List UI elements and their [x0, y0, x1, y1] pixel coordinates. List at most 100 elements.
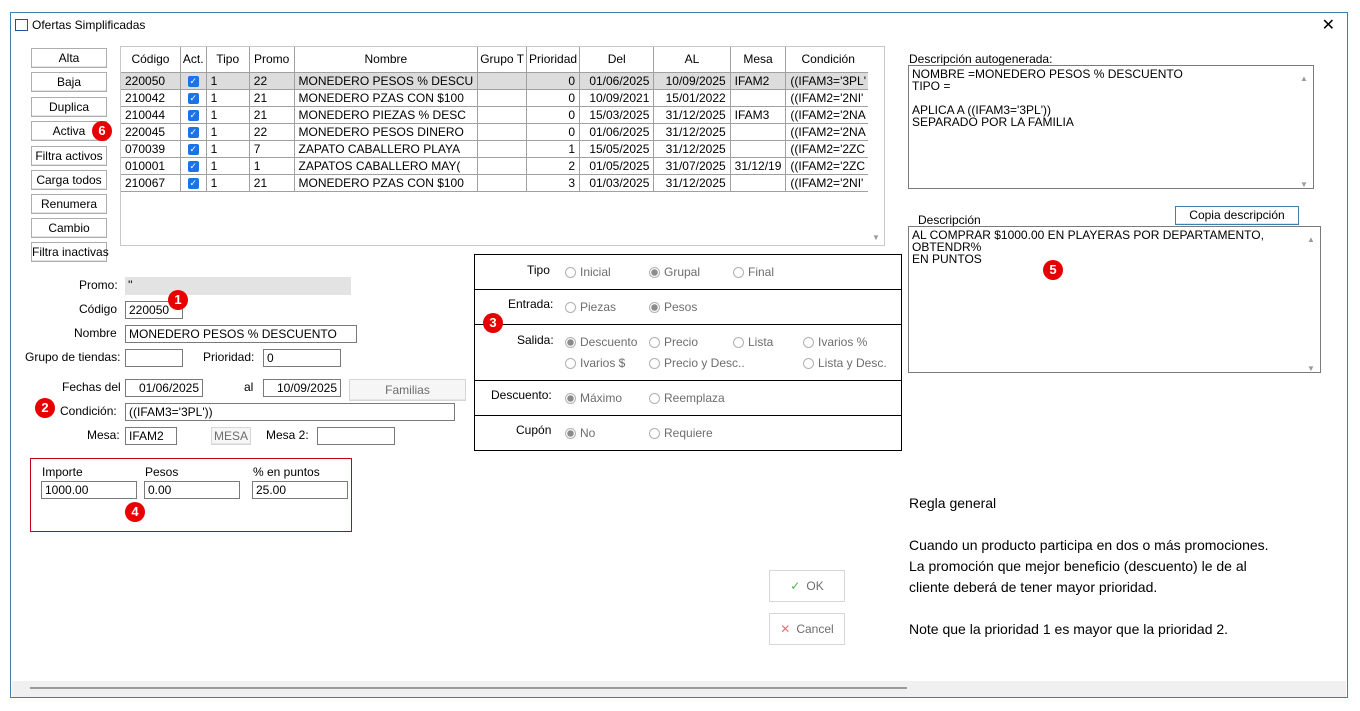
- active-checkbox-icon[interactable]: ✓: [187, 92, 199, 104]
- cell-act[interactable]: ✓: [180, 174, 207, 192]
- col-header-promo[interactable]: Promo: [249, 47, 295, 73]
- radio-salida-descuento[interactable]: Descuento: [565, 335, 637, 349]
- active-checkbox-icon[interactable]: ✓: [187, 177, 199, 189]
- col-header-al[interactable]: AL: [653, 47, 731, 73]
- radio-descuento-maximo[interactable]: Máximo: [565, 391, 622, 405]
- description-textarea[interactable]: AL COMPRAR $1000.00 EN PLAYERAS POR DEPA…: [908, 226, 1321, 373]
- radio-tipo-final[interactable]: Final: [733, 265, 774, 279]
- renumera-button[interactable]: Renumera: [31, 194, 107, 214]
- active-checkbox-icon[interactable]: ✓: [187, 109, 199, 121]
- radio-entrada-piezas[interactable]: Piezas: [565, 300, 616, 314]
- nombre-input[interactable]: MONEDERO PESOS % DESCUENTO: [125, 325, 357, 343]
- radio-salida-precio[interactable]: Precio: [649, 335, 698, 349]
- auto-desc-textarea[interactable]: NOMBRE =MONEDERO PESOS % DESCUENTO TIPO …: [908, 65, 1314, 189]
- col-header-grupo[interactable]: Grupo T: [477, 47, 528, 73]
- radio-salida-lista-desc[interactable]: Lista y Desc.: [803, 356, 887, 370]
- cell-mesa: [730, 174, 787, 192]
- auto-scroll-down-icon[interactable]: [1300, 176, 1308, 190]
- radio-cupon-requiere[interactable]: Requiere: [649, 426, 713, 440]
- mesa2-input[interactable]: [317, 427, 395, 445]
- col-header-mesa[interactable]: Mesa: [730, 47, 787, 73]
- filtra-activos-button[interactable]: Filtra activos: [31, 146, 107, 166]
- cell-condicion: ((IFAM2='2NI': [785, 174, 871, 192]
- pesos-input[interactable]: 0.00: [144, 481, 240, 499]
- cell-condicion: ((IFAM2='2ZC: [785, 157, 871, 175]
- alta-button[interactable]: Alta: [31, 48, 107, 68]
- grupo-input[interactable]: [125, 349, 183, 367]
- col-header-act[interactable]: Act.: [180, 47, 207, 73]
- radio-salida-lista[interactable]: Lista: [733, 335, 773, 349]
- scroll-down-icon[interactable]: [872, 229, 880, 243]
- condicion-input[interactable]: ((IFAM3='3PL')): [125, 403, 455, 421]
- table-row[interactable]: 220050 ✓ 1 22 MONEDERO PESOS % DESCU 0 01/06/2…: [121, 72, 884, 90]
- active-checkbox-icon[interactable]: ✓: [187, 126, 199, 138]
- col-header-tipo[interactable]: Tipo: [206, 47, 250, 73]
- radio-salida-ivarios-peso[interactable]: Ivarios $: [565, 356, 625, 370]
- cupon-row: Cupón No Requiere: [475, 416, 901, 451]
- salida-label: Salida:: [517, 333, 554, 347]
- copy-description-button[interactable]: Copia descripción: [1175, 206, 1299, 225]
- col-header-codigo[interactable]: Código: [121, 47, 181, 73]
- col-header-prioridad[interactable]: Prioridad: [526, 47, 581, 73]
- auto-scroll-up-icon[interactable]: [1300, 70, 1308, 84]
- table-row[interactable]: 070039 ✓ 1 7 ZAPATO CABALLERO PLAYA 1 15/05/20…: [121, 140, 884, 158]
- horizontal-scrollbar[interactable]: [12, 681, 1346, 697]
- cell-act[interactable]: ✓: [180, 123, 207, 141]
- cambio-button[interactable]: Cambio: [31, 218, 107, 238]
- active-checkbox-icon[interactable]: ✓: [187, 75, 199, 87]
- close-icon[interactable]: ✕: [1322, 15, 1335, 35]
- carga-todos-button[interactable]: Carga todos: [31, 170, 107, 190]
- fecha-del-input[interactable]: 01/06/2025: [125, 379, 203, 397]
- col-header-nombre[interactable]: Nombre: [294, 47, 479, 73]
- table-row[interactable]: 010001 ✓ 1 1 ZAPATOS CABALLERO MAY(2 01/05/20…: [121, 157, 884, 175]
- cell-codigo: 210067: [121, 174, 181, 192]
- radio-entrada-pesos[interactable]: Pesos: [649, 300, 697, 314]
- filtra-inactivas-button[interactable]: Filtra inactivas: [31, 242, 109, 262]
- desc-scroll-down-icon[interactable]: [1307, 360, 1315, 374]
- cell-del: 01/06/2025: [579, 72, 655, 90]
- cell-promo: 1: [249, 157, 295, 175]
- cell-act[interactable]: ✓: [180, 72, 207, 90]
- offers-grid[interactable]: Código Act. Tipo Promo Nombre Grupo T Pr…: [120, 46, 885, 246]
- cell-tipo: 1: [206, 140, 250, 158]
- promo-field: '': [125, 277, 351, 295]
- table-row[interactable]: 210044 ✓ 1 21 MONEDERO PIEZAS % DESC 0 15/03/2…: [121, 106, 884, 124]
- familias-button[interactable]: Familias: [349, 379, 466, 401]
- radio-salida-ivarios-pct[interactable]: Ivarios %: [803, 335, 867, 349]
- fecha-al-input[interactable]: 10/09/2025: [263, 379, 341, 397]
- cell-grupo: [477, 106, 528, 124]
- ok-button[interactable]: ✓ OK: [769, 570, 845, 602]
- cell-act[interactable]: ✓: [180, 140, 207, 158]
- radio-tipo-inicial[interactable]: Inicial: [565, 265, 611, 279]
- baja-button[interactable]: Baja: [31, 72, 107, 92]
- importe-input[interactable]: 1000.00: [41, 481, 137, 499]
- radio-salida-precio-desc[interactable]: Precio y Desc..: [649, 356, 745, 370]
- cell-nombre: MONEDERO PZAS CON $100: [294, 89, 479, 107]
- table-row[interactable]: 220045 ✓ 1 22 MONEDERO PESOS DINERO 0 01/06/20…: [121, 123, 884, 141]
- radio-tipo-grupal[interactable]: Grupal: [649, 265, 700, 279]
- table-row[interactable]: 210042 ✓ 1 21 MONEDERO PZAS CON $100 0 10/09/2…: [121, 89, 884, 107]
- table-row[interactable]: 210067 ✓ 1 21 MONEDERO PZAS CON $100 3 01/03/2…: [121, 174, 884, 192]
- cell-del: 01/03/2025: [579, 174, 655, 192]
- prioridad-input[interactable]: 0: [263, 349, 341, 367]
- active-checkbox-icon[interactable]: ✓: [187, 160, 199, 172]
- cell-nombre: ZAPATO CABALLERO PLAYA: [294, 140, 479, 158]
- horizontal-scroll-thumb[interactable]: [30, 687, 907, 689]
- cell-act[interactable]: ✓: [180, 106, 207, 124]
- mesa-input[interactable]: IFAM2: [125, 427, 177, 445]
- cell-act[interactable]: ✓: [180, 157, 207, 175]
- puntos-input[interactable]: 25.00: [252, 481, 348, 499]
- col-header-del[interactable]: Del: [579, 47, 655, 73]
- cancel-button[interactable]: ✕ Cancel: [769, 613, 845, 645]
- active-checkbox-icon[interactable]: ✓: [187, 143, 199, 155]
- radio-cupon-no[interactable]: No: [565, 426, 595, 440]
- cell-promo: 22: [249, 72, 295, 90]
- duplica-button[interactable]: Duplica: [31, 97, 107, 117]
- mesa-button[interactable]: MESA: [211, 427, 251, 445]
- desc-scroll-up-icon[interactable]: [1307, 231, 1315, 245]
- cell-del: 10/09/2021: [579, 89, 655, 107]
- radio-descuento-reemplaza[interactable]: Reemplaza: [649, 391, 725, 405]
- cell-act[interactable]: ✓: [180, 89, 207, 107]
- col-header-condicion[interactable]: Condición: [785, 47, 871, 73]
- grid-scrollbar[interactable]: [868, 47, 884, 245]
